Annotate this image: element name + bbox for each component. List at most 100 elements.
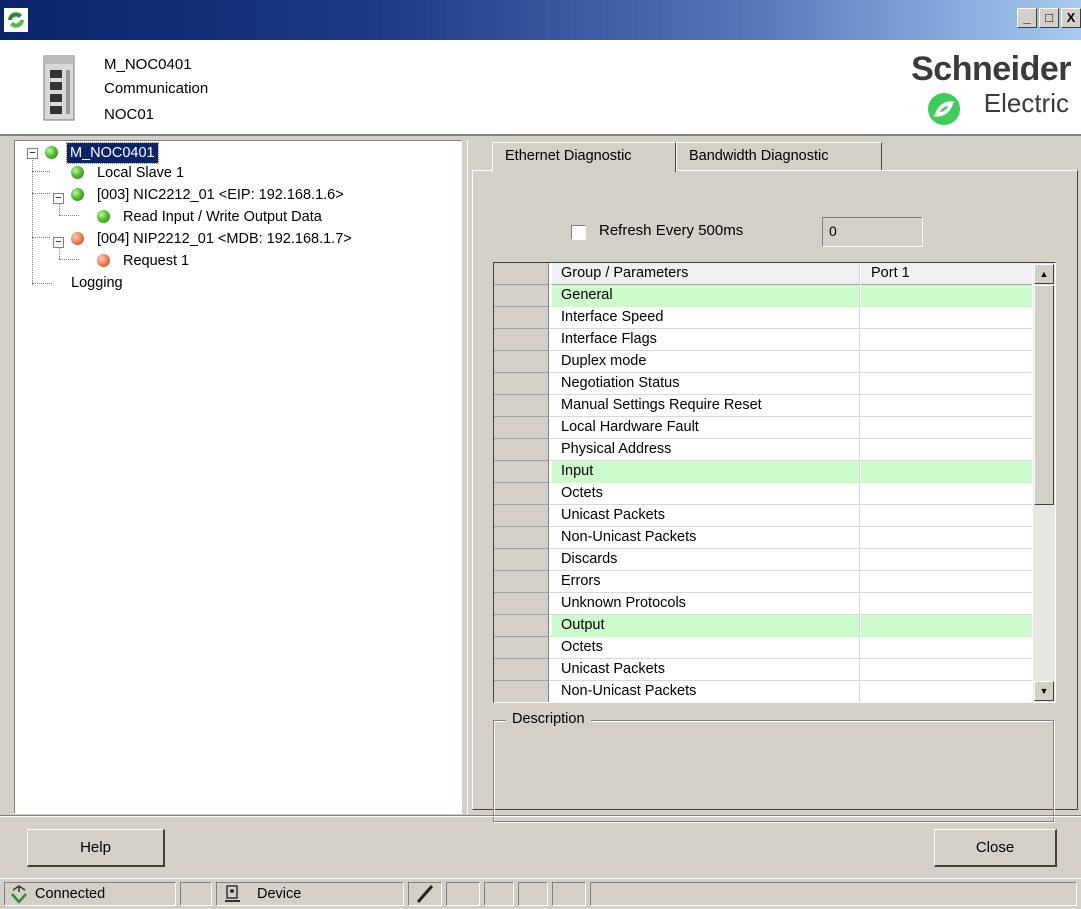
close-window-button[interactable]: X bbox=[1061, 8, 1081, 28]
parameter-cell: Non-Unicast Packets bbox=[552, 681, 860, 702]
row-header[interactable] bbox=[494, 659, 549, 681]
row-header[interactable] bbox=[494, 417, 549, 439]
row-header[interactable] bbox=[494, 615, 549, 637]
parameter-cell: Local Hardware Fault bbox=[552, 417, 860, 439]
grid-row[interactable]: Duplex mode bbox=[494, 351, 1032, 373]
connected-icon bbox=[11, 885, 27, 904]
tree-node-read-write-data[interactable]: Read Input / Write Output Data bbox=[97, 207, 322, 227]
grid-row[interactable]: Interface Flags bbox=[494, 329, 1032, 351]
collapse-nic-icon[interactable]: − bbox=[53, 193, 64, 204]
parameter-cell: Errors bbox=[552, 571, 860, 593]
status-connection: Connected bbox=[4, 882, 176, 906]
refresh-counter-field: 0 bbox=[822, 217, 923, 247]
parameter-cell: Interface Flags bbox=[552, 329, 860, 351]
port-value-cell bbox=[861, 549, 1032, 571]
grid-row[interactable]: Interface Speed bbox=[494, 307, 1032, 329]
row-header[interactable] bbox=[494, 483, 549, 505]
grid-row[interactable]: Discards bbox=[494, 549, 1032, 571]
row-header[interactable] bbox=[494, 439, 549, 461]
grid-row[interactable]: Octets bbox=[494, 483, 1032, 505]
row-header[interactable] bbox=[494, 351, 549, 373]
device-tree[interactable]: − M_NOC0401 Local Slave 1 − [003] NIC221… bbox=[14, 140, 462, 814]
parameter-cell: Octets bbox=[552, 637, 860, 659]
bottom-separator bbox=[0, 815, 1081, 817]
row-header[interactable] bbox=[494, 571, 549, 593]
device-module-icon bbox=[43, 55, 75, 121]
close-button[interactable]: Close bbox=[934, 829, 1057, 867]
tab-ethernet-diagnostic[interactable]: Ethernet Diagnostic bbox=[492, 142, 676, 172]
row-header[interactable] bbox=[494, 395, 549, 417]
refresh-label: Refresh Every 500ms bbox=[599, 222, 744, 239]
row-header[interactable] bbox=[494, 307, 549, 329]
grid-group-row[interactable]: Input bbox=[494, 461, 1032, 483]
status-warning-icon bbox=[71, 232, 84, 245]
row-header[interactable] bbox=[494, 637, 549, 659]
parameter-cell: Discards bbox=[552, 549, 860, 571]
grid-group-row[interactable]: Output bbox=[494, 615, 1032, 637]
scroll-down-icon[interactable]: ▼ bbox=[1034, 681, 1054, 701]
grid-row[interactable]: Manual Settings Require Reset bbox=[494, 395, 1032, 417]
port-value-cell bbox=[861, 373, 1032, 395]
grid-row[interactable]: Unicast Packets bbox=[494, 659, 1032, 681]
column-header-port[interactable]: Port 1 bbox=[861, 263, 1032, 285]
row-header[interactable] bbox=[494, 461, 549, 483]
status-ok-icon bbox=[97, 210, 110, 223]
refresh-checkbox[interactable] bbox=[571, 225, 586, 240]
device-name: M_NOC0401 bbox=[104, 56, 192, 73]
port-value-cell bbox=[861, 593, 1032, 615]
row-header[interactable] bbox=[494, 681, 549, 702]
grid-row[interactable]: Negotiation Status bbox=[494, 373, 1032, 395]
scroll-thumb[interactable] bbox=[1034, 285, 1054, 505]
row-header[interactable] bbox=[494, 505, 549, 527]
tree-node-nic2212[interactable]: [003] NIC2212_01 <EIP: 192.168.1.6> bbox=[71, 185, 344, 205]
row-header[interactable] bbox=[494, 593, 549, 615]
app-icon bbox=[4, 8, 28, 32]
scroll-up-icon[interactable]: ▲ bbox=[1034, 264, 1054, 284]
tree-node-root[interactable]: M_NOC0401 bbox=[45, 142, 159, 165]
grid-row[interactable]: Local Hardware Fault bbox=[494, 417, 1032, 439]
pencil-icon bbox=[416, 885, 434, 903]
diagnostic-grid[interactable]: Group / Parameters Port 1 General Interfa… bbox=[493, 262, 1056, 703]
row-header[interactable] bbox=[494, 329, 549, 351]
minimize-button[interactable]: _ bbox=[1017, 8, 1037, 28]
collapse-root-icon[interactable]: − bbox=[27, 148, 38, 159]
port-value-cell bbox=[861, 681, 1032, 702]
grid-group-row[interactable]: General bbox=[494, 285, 1032, 307]
grid-row[interactable]: Non-Unicast Packets bbox=[494, 681, 1032, 702]
port-value-cell bbox=[861, 329, 1032, 351]
diagnostic-panel: Ethernet Diagnostic Bandwidth Diagnostic… bbox=[467, 140, 1081, 822]
port-value-cell bbox=[861, 351, 1032, 373]
tree-node-nip2212[interactable]: [004] NIP2212_01 <MDB: 192.168.1.7> bbox=[71, 229, 352, 249]
row-header[interactable] bbox=[494, 285, 549, 307]
port-value-cell bbox=[861, 285, 1032, 307]
tree-node-local-slave[interactable]: Local Slave 1 bbox=[71, 163, 184, 183]
help-button[interactable]: Help bbox=[27, 829, 165, 867]
grid-row[interactable]: Octets bbox=[494, 637, 1032, 659]
grid-row[interactable]: Unknown Protocols bbox=[494, 593, 1032, 615]
column-header-group[interactable]: Group / Parameters bbox=[552, 263, 860, 285]
status-warning-icon bbox=[97, 254, 110, 267]
parameter-cell: Output bbox=[552, 615, 860, 637]
tab-bandwidth-diagnostic[interactable]: Bandwidth Diagnostic bbox=[676, 142, 882, 170]
vertical-scrollbar[interactable]: ▲ ▼ bbox=[1033, 263, 1055, 702]
row-header[interactable] bbox=[494, 549, 549, 571]
collapse-nip-icon[interactable]: − bbox=[53, 237, 64, 248]
parameter-cell: Interface Speed bbox=[552, 307, 860, 329]
status-bar: Connected Device bbox=[0, 878, 1081, 909]
row-header[interactable] bbox=[494, 527, 549, 549]
grid-row[interactable]: Unicast Packets bbox=[494, 505, 1032, 527]
grid-row[interactable]: Physical Address bbox=[494, 439, 1032, 461]
tree-node-request-1[interactable]: Request 1 bbox=[97, 251, 189, 271]
port-value-cell bbox=[861, 417, 1032, 439]
row-header[interactable] bbox=[494, 373, 549, 395]
grid-row[interactable]: Errors bbox=[494, 571, 1032, 593]
tree-node-logging[interactable]: Logging bbox=[71, 273, 123, 293]
parameter-cell: Octets bbox=[552, 483, 860, 505]
parameter-cell: Unicast Packets bbox=[552, 505, 860, 527]
maximize-button[interactable]: □ bbox=[1039, 8, 1059, 28]
description-title: Description bbox=[506, 711, 591, 727]
grid-row[interactable]: Non-Unicast Packets bbox=[494, 527, 1032, 549]
parameter-cell: Unicast Packets bbox=[552, 659, 860, 681]
port-value-cell bbox=[861, 659, 1032, 681]
parameter-cell: Physical Address bbox=[552, 439, 860, 461]
